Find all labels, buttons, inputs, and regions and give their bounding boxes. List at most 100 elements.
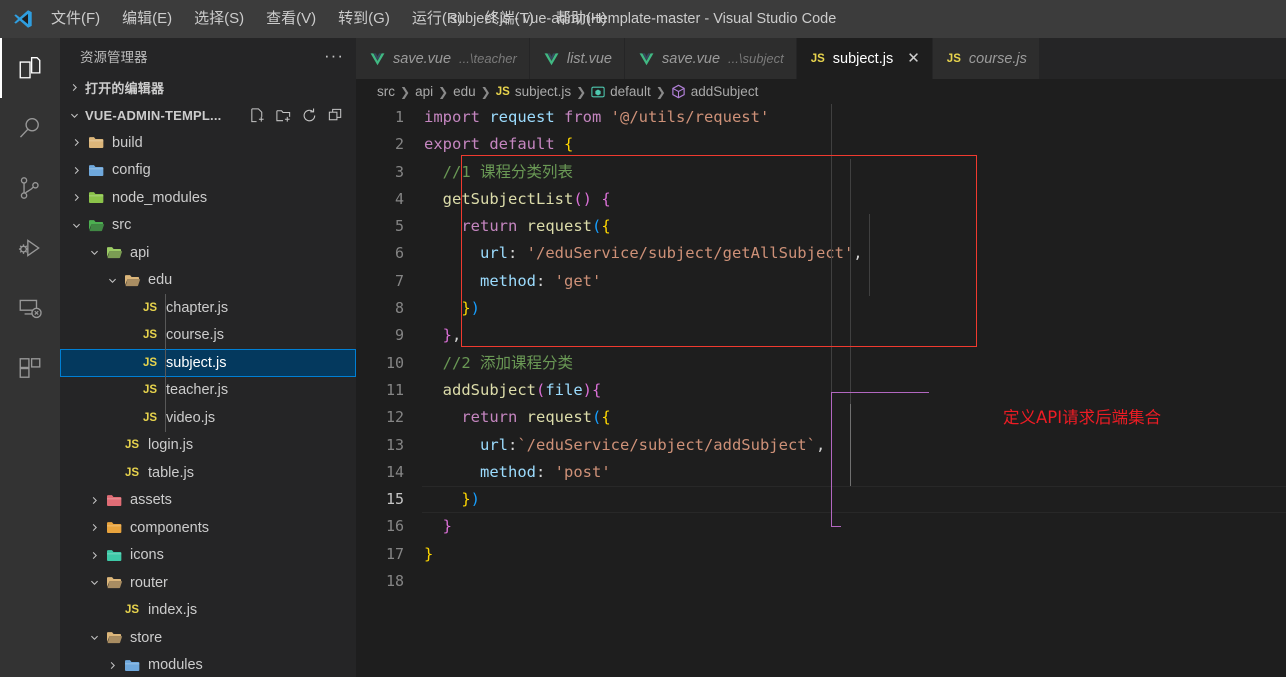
code-line[interactable]: 2 export default { — [356, 131, 1286, 158]
line-number: 4 — [394, 189, 404, 208]
code-line[interactable]: 17} — [356, 541, 1286, 568]
module-icon — [591, 86, 605, 97]
new-file-icon[interactable] — [249, 107, 266, 124]
tab-list-vue[interactable]: list.vue — [529, 38, 625, 79]
tree-item-label: chapter.js — [166, 299, 229, 316]
tree-item-teacher-js[interactable]: JS teacher.js — [60, 377, 356, 405]
tab-save-vue-subject[interactable]: save.vue ...\subject — [625, 38, 797, 79]
line-content: import request from '@/utils/request' — [424, 108, 770, 126]
breadcrumb-item-addSubject[interactable]: addSubject — [671, 84, 758, 99]
activity-run-debug-button[interactable] — [0, 218, 60, 278]
code-content[interactable]: 1 import request from '@/utils/request' 2 e… — [356, 104, 1286, 677]
chevron-right-icon — [86, 550, 103, 561]
tree-item-login-js[interactable]: JS login.js — [60, 432, 356, 460]
tab-subject-js[interactable]: JS subject.js ✕ — [796, 38, 933, 79]
tree-item-label: modules — [148, 657, 203, 674]
code-line[interactable]: 7 method: 'get' — [356, 268, 1286, 295]
tree-item-label: subject.js — [166, 354, 227, 371]
tree-item-subject-js[interactable]: JS subject.js — [60, 349, 356, 377]
line-content: return request({ — [461, 408, 611, 427]
breadcrumb-label: api — [415, 84, 434, 99]
tree-item-store[interactable]: store — [60, 624, 356, 652]
code-line[interactable]: 15 }) — [356, 486, 1286, 514]
code-editor[interactable]: 1 import request from '@/utils/request' 2 e… — [356, 104, 1286, 677]
tab-close-icon[interactable]: ✕ — [907, 51, 920, 66]
folder-icon — [121, 658, 143, 673]
tab-save-vue-teacher[interactable]: save.vue ...\teacher — [356, 38, 530, 79]
tree-item-table-js[interactable]: JS table.js — [60, 459, 356, 487]
new-folder-icon[interactable] — [275, 107, 292, 124]
section-project-root[interactable]: VUE-ADMIN-TEMPL... — [60, 101, 356, 129]
chevron-down-icon — [86, 632, 103, 643]
code-line[interactable]: 10 //2 添加课程分类 — [356, 350, 1286, 377]
line-number: 15 — [385, 490, 404, 509]
menu-selection[interactable]: 选择(S) — [183, 6, 255, 32]
activity-search-button[interactable] — [0, 98, 60, 158]
line-number: 12 — [385, 408, 404, 427]
activity-explorer-button[interactable] — [0, 38, 60, 98]
bracket-pair-guide — [831, 392, 929, 393]
code-line[interactable]: 18 — [356, 568, 1286, 595]
tree-item-config[interactable]: config — [60, 157, 356, 185]
tree-item-api[interactable]: api — [60, 239, 356, 267]
menu-run[interactable]: 运行(R) — [401, 6, 474, 32]
chevron-down-icon — [68, 220, 85, 231]
breadcrumb-item-api[interactable]: api — [415, 84, 433, 99]
menu-go[interactable]: 转到(G) — [327, 6, 401, 32]
tree-item-components[interactable]: components — [60, 514, 356, 542]
tree-item-video-js[interactable]: JS video.js — [60, 404, 356, 432]
tree-item-modules[interactable]: modules — [60, 652, 356, 677]
code-line[interactable]: 16 } — [356, 513, 1286, 540]
code-line[interactable]: 1 import request from '@/utils/request' — [356, 104, 1286, 131]
tree-item-edu[interactable]: edu — [60, 267, 356, 295]
breadcrumb-item-edu[interactable]: edu — [453, 84, 476, 99]
menu-file[interactable]: 文件(F) — [40, 6, 111, 32]
activity-extensions-button[interactable] — [0, 338, 60, 398]
tree-item-router[interactable]: router — [60, 569, 356, 597]
section-open-editors[interactable]: 打开的编辑器 — [60, 73, 356, 101]
breadcrumb-item-subject-js[interactable]: JS subject.js — [496, 84, 571, 99]
breadcrumb-label: src — [377, 84, 395, 99]
vscode-window: 文件(F) 编辑(E) 选择(S) 查看(V) 转到(G) 运行(R) 终端(T… — [0, 0, 1286, 677]
code-line[interactable]: 13 url:`/eduService/subject/addSubject`, — [356, 432, 1286, 459]
line-content: } — [442, 517, 453, 536]
breadcrumb-item-default[interactable]: default — [591, 84, 651, 99]
tree-item-index-js[interactable]: JS index.js — [60, 597, 356, 625]
code-line[interactable]: 3 //1 课程分类列表 — [356, 159, 1286, 186]
menu-view[interactable]: 查看(V) — [255, 6, 327, 32]
code-line[interactable]: 6 url: '/eduService/subject/getAllSubjec… — [356, 240, 1286, 267]
chevron-down-icon — [86, 577, 103, 588]
js-file-icon: JS — [142, 301, 158, 314]
code-line[interactable]: 8 }) — [356, 295, 1286, 322]
breadcrumb: src ❯ api ❯ edu ❯ JS subject.js ❯ default ❯ addSubj… — [356, 79, 1286, 104]
refresh-icon[interactable] — [301, 107, 318, 124]
file-tree[interactable]: build config node_modules src api edu JS chapte… — [60, 129, 356, 677]
collapse-all-icon[interactable] — [327, 107, 344, 124]
breadcrumb-item-src[interactable]: src — [377, 84, 395, 99]
menu-edit[interactable]: 编辑(E) — [111, 6, 183, 32]
tree-item-src[interactable]: src — [60, 212, 356, 240]
tree-item-label: edu — [148, 272, 173, 289]
code-line[interactable]: 14 method: 'post' — [356, 459, 1286, 486]
line-content: }) — [461, 299, 481, 318]
line-number: 5 — [394, 217, 404, 236]
activity-remote-explorer-button[interactable] — [0, 278, 60, 338]
tree-item-icons[interactable]: icons — [60, 542, 356, 570]
menu-terminal[interactable]: 终端(T) — [474, 6, 545, 32]
code-line[interactable]: 9 }, — [356, 322, 1286, 349]
tree-item-chapter-js[interactable]: JS chapter.js — [60, 294, 356, 322]
line-number: 8 — [394, 299, 404, 318]
activity-source-control-button[interactable] — [0, 158, 60, 218]
code-line[interactable]: 4 getSubjectList() { — [356, 186, 1286, 213]
tab-course-js[interactable]: JS course.js — [932, 38, 1040, 79]
code-line[interactable]: 12 return request({ — [356, 404, 1286, 431]
tree-item-node_modules[interactable]: node_modules — [60, 184, 356, 212]
code-line[interactable]: 11 addSubject(file){ — [356, 377, 1286, 404]
tree-item-course-js[interactable]: JS course.js — [60, 322, 356, 350]
sidebar-more-actions-icon[interactable]: ··· — [324, 47, 344, 64]
code-line[interactable]: 5 return request({ — [356, 213, 1286, 240]
tree-item-assets[interactable]: assets — [60, 487, 356, 515]
tree-item-build[interactable]: build — [60, 129, 356, 157]
line-content: export default { — [424, 135, 574, 154]
menu-help[interactable]: 帮助(H) — [545, 6, 618, 32]
